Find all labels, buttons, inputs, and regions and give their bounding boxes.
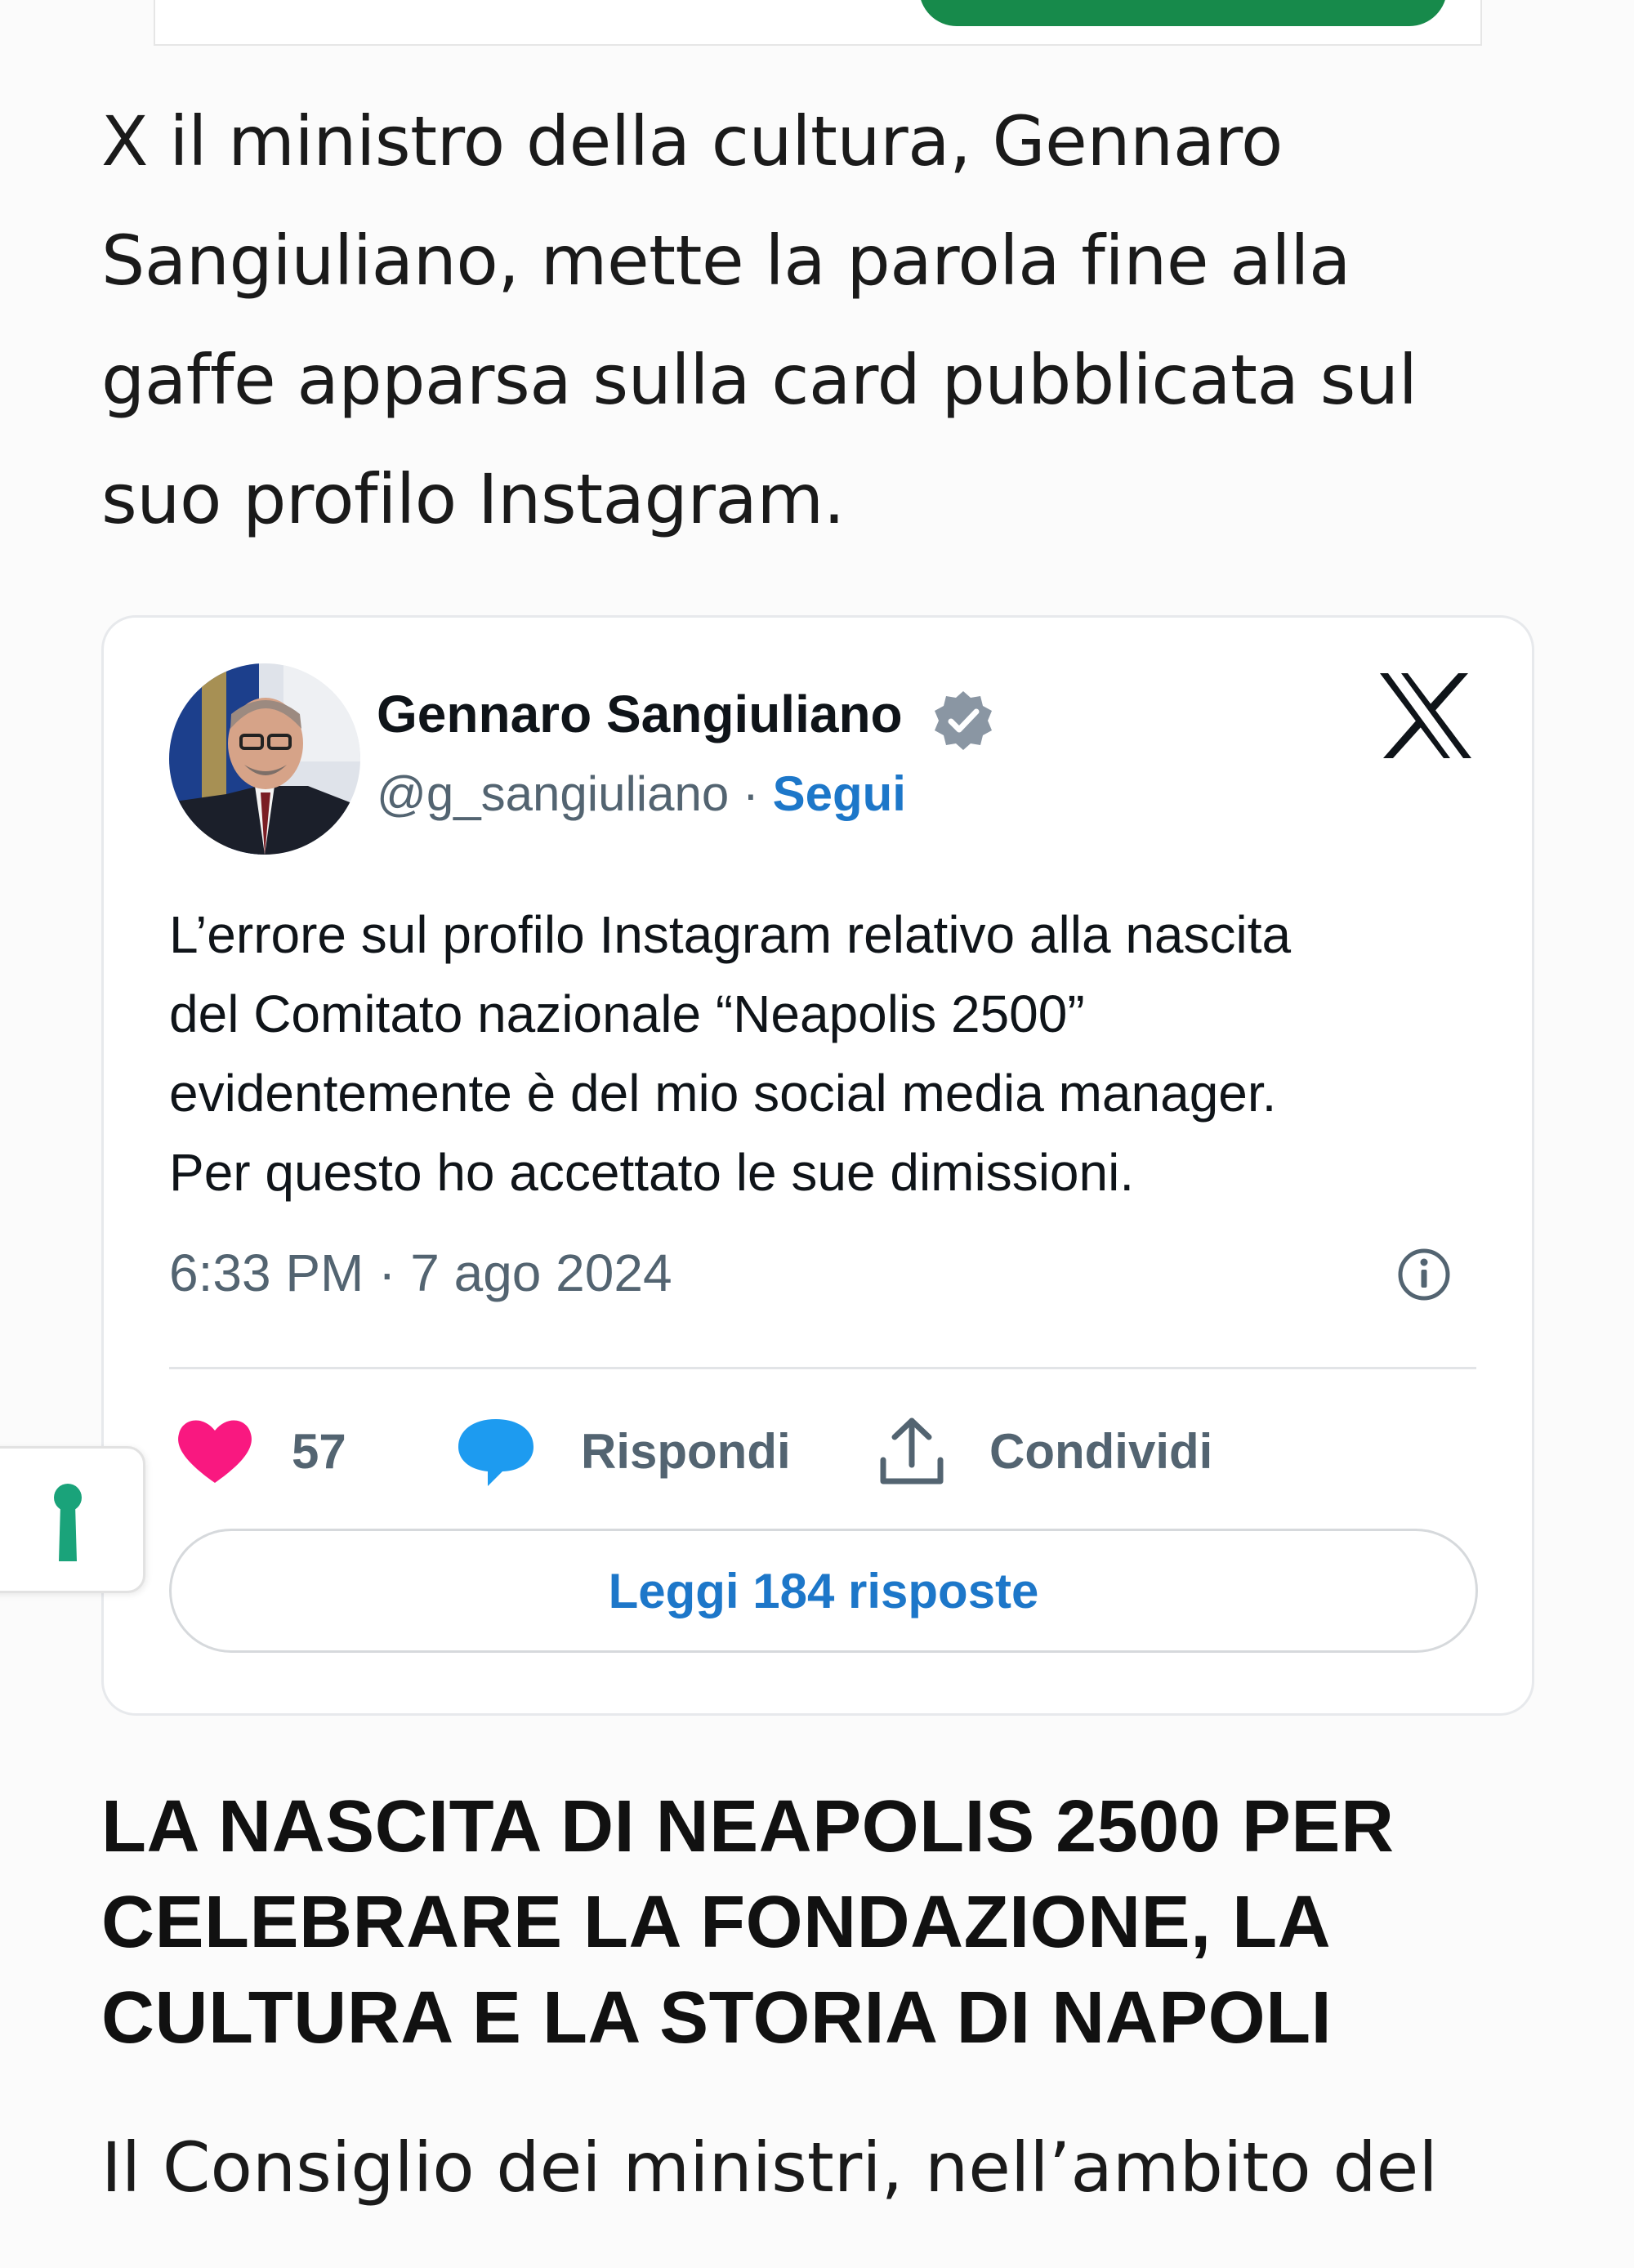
green-action-button[interactable] xyxy=(919,0,1447,26)
section-heading-line: CULTURA E LA STORIA DI NAPOLI xyxy=(101,1977,1333,2059)
read-replies-button[interactable]: Leggi 184 risposte xyxy=(169,1529,1478,1653)
section-heading-line: LA NASCITA DI NEAPOLIS 2500 PER xyxy=(101,1786,1395,1868)
article-body: Il Consiglio dei ministri, nell’ambito d… xyxy=(101,2108,1588,2227)
tweet-text-line: evidentemente è del mio social media man… xyxy=(169,1064,1277,1123)
like-button[interactable]: 57 xyxy=(174,1410,346,1492)
section-heading-line: CELEBRARE LA FONDAZIONE, LA xyxy=(101,1882,1332,1963)
reply-label: Rispondi xyxy=(581,1423,791,1479)
reply-button[interactable]: Rispondi xyxy=(455,1410,791,1492)
article-intro: X il ministro della cultura, Gennaro San… xyxy=(101,82,1572,559)
share-button[interactable]: Condividi xyxy=(877,1410,1212,1492)
embedded-tweet-card[interactable]: Gennaro Sangiuliano @g_sangiuliano · Seg… xyxy=(101,615,1534,1716)
intro-line: X il ministro della cultura, Gennaro xyxy=(101,101,1283,181)
tweet-text-line: del Comitato nazionale “Neapolis 2500” xyxy=(169,984,1085,1043)
section-heading: LA NASCITA DI NEAPOLIS 2500 PER CELEBRAR… xyxy=(101,1779,1588,2066)
info-icon[interactable] xyxy=(1396,1247,1452,1302)
side-tab[interactable] xyxy=(0,1446,145,1593)
handle-separator: · xyxy=(742,766,759,821)
intro-line: suo profilo Instagram. xyxy=(101,459,845,539)
intro-line: Sangiuliano, mette la parola fine alla xyxy=(101,221,1351,301)
tweet-handle[interactable]: @g_sangiuliano xyxy=(377,766,729,821)
follow-link[interactable]: Segui xyxy=(773,766,906,821)
tweet-text-line: Per questo ho accettato le sue dimission… xyxy=(169,1143,1135,1202)
like-count: 57 xyxy=(292,1423,346,1479)
avatar[interactable] xyxy=(169,663,360,855)
tweet-text-line: L’errore sul profilo Instagram relativo … xyxy=(169,905,1292,964)
tweet-timestamp[interactable]: 6:33 PM · 7 ago 2024 xyxy=(169,1240,672,1306)
heart-icon xyxy=(178,1420,252,1483)
intro-line: gaffe apparsa sulla card pubblicata sul xyxy=(101,340,1417,420)
tweet-handle-line: @g_sangiuliano · Segui xyxy=(377,763,906,825)
top-card xyxy=(154,0,1482,46)
tweet-divider xyxy=(169,1367,1476,1369)
speech-bubble-icon xyxy=(458,1419,534,1486)
tweet-text: L’errore sul profilo Instagram relativo … xyxy=(169,895,1493,1212)
avatar-image xyxy=(169,663,360,855)
tweet-author-name[interactable]: Gennaro Sangiuliano xyxy=(377,681,903,747)
x-logo-icon[interactable] xyxy=(1377,670,1475,761)
share-upload-icon xyxy=(880,1418,944,1484)
keyhole-icon xyxy=(54,1484,82,1561)
verified-badge-icon xyxy=(935,691,992,750)
share-label: Condividi xyxy=(989,1423,1213,1479)
body-line: Il Consiglio dei ministri, nell’ambito d… xyxy=(101,2127,1438,2208)
